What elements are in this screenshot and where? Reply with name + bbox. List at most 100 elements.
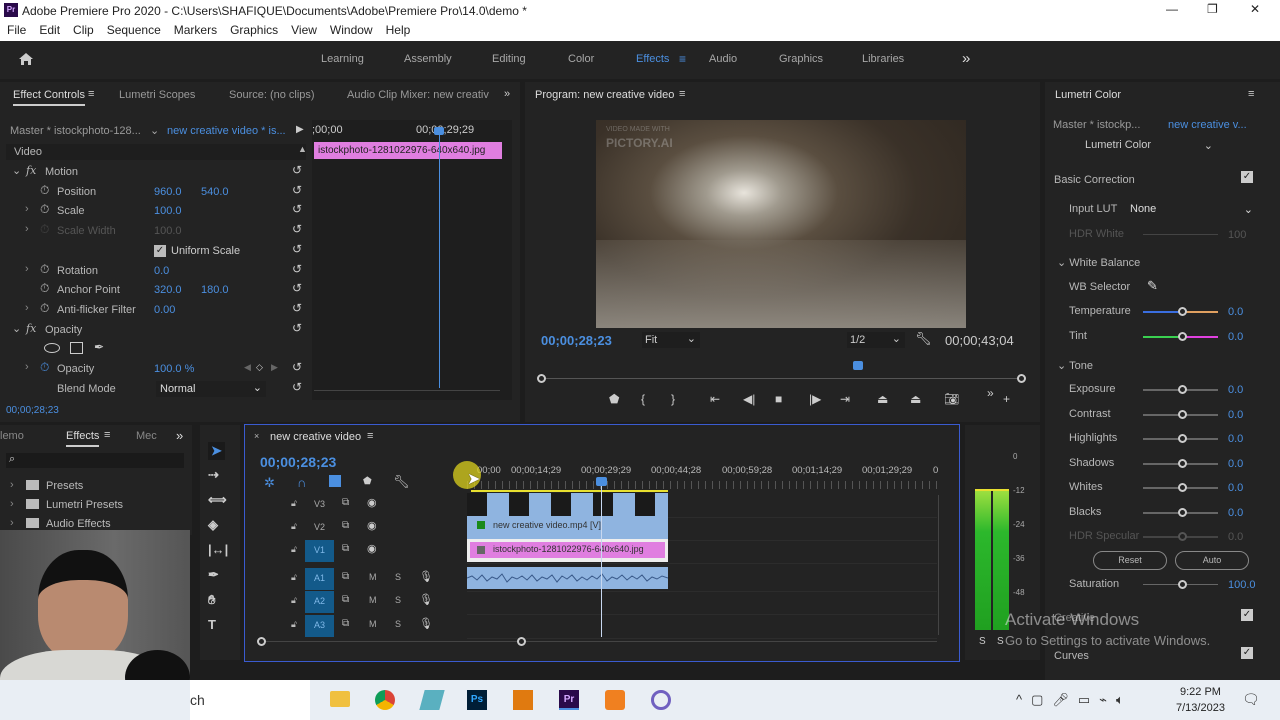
slider-value[interactable]: 0.0 [1228, 306, 1243, 318]
stopwatch-icon[interactable]: ⏱︎ [40, 281, 49, 296]
meter-solo-left[interactable]: S [979, 636, 986, 647]
timeline-playhead[interactable] [601, 477, 602, 637]
track-target-v3[interactable]: V3 [305, 494, 334, 516]
expand-chevron-icon[interactable]: › [25, 361, 29, 373]
stopwatch-icon[interactable]: ⏱︎ [40, 360, 49, 375]
workspace-audio[interactable]: Audio [709, 53, 737, 65]
razor-tool-icon[interactable]: ◈ [208, 517, 218, 533]
tab-lumetri-scopes[interactable]: Lumetri Scopes [119, 89, 195, 101]
effects-search-input[interactable]: ⌕ [6, 453, 184, 468]
slider-value[interactable]: 0.0 [1228, 458, 1243, 470]
slider-value[interactable]: 0.0 [1228, 482, 1243, 494]
creative-checkbox[interactable]: ✓ [1241, 609, 1253, 621]
go-to-out-icon[interactable]: ⇥ [840, 392, 850, 406]
taskbar-file-explorer-icon[interactable] [330, 691, 350, 707]
add-button-icon[interactable]: + [1003, 392, 1010, 406]
workspace-libraries[interactable]: Libraries [862, 53, 904, 65]
saturation-knob[interactable] [1178, 580, 1187, 589]
workspace-assembly[interactable]: Assembly [404, 53, 452, 65]
stopwatch-icon[interactable]: ⏱︎ [40, 183, 49, 198]
microphone-icon[interactable]: 🎙︎ [419, 593, 433, 606]
curves-header[interactable]: Curves [1054, 650, 1089, 662]
lumetri-effect-dropdown[interactable]: Lumetri Color ⌄ [1081, 137, 1217, 153]
reset-parameter-icon[interactable]: ↺ [292, 183, 302, 197]
tab-mec[interactable]: Mec [136, 430, 157, 442]
chevron-down-icon[interactable]: ⌄ [12, 164, 21, 177]
reset-parameter-icon[interactable]: ↺ [292, 281, 302, 295]
expand-chevron-icon[interactable]: › [25, 223, 29, 235]
effects-folder-audio-effects[interactable]: Audio Effects [46, 518, 111, 530]
track-target-a1[interactable]: A1 [305, 568, 334, 590]
tab-lemo[interactable]: lemo [0, 430, 24, 442]
blend-mode-dropdown[interactable]: Normal ⌄ [156, 380, 266, 397]
workspaces-menu-icon[interactable]: ≡ [679, 52, 686, 66]
menu-view[interactable]: View [284, 20, 323, 37]
workspace-graphics[interactable]: Graphics [779, 53, 823, 65]
chevron-down-icon[interactable]: ⌄ [12, 322, 21, 335]
mute-button[interactable]: M [369, 595, 377, 605]
panel-menu-icon[interactable]: ≡ [367, 430, 373, 442]
clip-v1[interactable]: istockphoto-1281022976-640x640.jpg [467, 539, 668, 562]
slider-value[interactable]: 0.0 [1228, 331, 1243, 343]
sync-lock-icon[interactable]: ⧉ [342, 618, 349, 629]
taskbar-app2-icon[interactable] [651, 690, 671, 710]
eye-icon[interactable]: ◉ [367, 496, 377, 509]
extract-icon[interactable]: ⏏ [910, 392, 921, 406]
timeline-playhead-handle[interactable] [596, 477, 607, 486]
meter-solo-right[interactable]: S [997, 636, 1004, 647]
panel-menu-icon[interactable]: ≡ [104, 429, 110, 441]
settings-wrench-icon[interactable]: 🔧︎ [393, 474, 410, 490]
menu-help[interactable]: Help [379, 20, 417, 37]
taskbar-chrome-icon[interactable] [375, 690, 395, 710]
close-tab-icon[interactable]: × [254, 431, 259, 441]
solo-button[interactable]: S [395, 595, 401, 605]
track-target-a3[interactable]: A3 [305, 615, 334, 637]
reset-parameter-icon[interactable]: ↺ [292, 222, 302, 236]
more-workspaces-button[interactable]: » [962, 50, 970, 67]
wrench-icon[interactable]: 🔧︎ [915, 331, 932, 347]
white-balance-header[interactable]: ⌄ White Balance [1057, 256, 1140, 269]
slider-knob[interactable] [1178, 331, 1187, 341]
ripple-edit-tool-icon[interactable]: ⟺ [208, 492, 227, 508]
rectangle-mask-icon[interactable] [70, 342, 83, 355]
slider-knob[interactable] [1178, 385, 1187, 394]
ellipse-mask-icon[interactable] [44, 343, 60, 354]
panel-menu-icon[interactable]: ≡ [1248, 88, 1254, 100]
menu-file[interactable]: File [0, 20, 32, 37]
track-target-a2[interactable]: A2 [305, 591, 334, 613]
taskbar-recorder-icon[interactable] [605, 690, 625, 710]
expand-chevron-icon[interactable]: › [25, 263, 29, 275]
basic-correction-header[interactable]: Basic Correction [1054, 174, 1135, 186]
chevron-down-icon[interactable]: ⌄ [150, 124, 159, 137]
property-value[interactable]: 100.0 % [154, 363, 194, 375]
lock-icon[interactable]: 🔓︎ [291, 521, 297, 532]
property-value[interactable]: 320.0 [154, 284, 182, 296]
ec-playhead[interactable] [439, 130, 440, 388]
scroll-left-handle[interactable] [257, 637, 266, 646]
hand-tool-icon[interactable]: ✋︎ [208, 592, 215, 608]
taskbar-photoshop-icon[interactable]: Ps [467, 690, 487, 710]
notifications-icon[interactable]: 🗨︎ [1242, 691, 1260, 708]
expand-chevron-icon[interactable]: › [25, 302, 29, 314]
fit-dropdown[interactable]: Fit ⌄ [642, 332, 700, 348]
workspace-color[interactable]: Color [568, 53, 594, 65]
ec-clip[interactable]: istockphoto-1281022976-640x640.jpg [314, 142, 502, 159]
lock-icon[interactable]: 🔓︎ [291, 572, 297, 583]
track-target-v2[interactable]: V2 [305, 517, 334, 539]
taskbar-app-icon[interactable] [419, 690, 445, 710]
restore-button[interactable]: ❐ [1207, 2, 1218, 16]
fx-icon[interactable]: fx [26, 322, 36, 335]
solo-button[interactable]: S [395, 619, 401, 629]
taskbar-search[interactable]: ch [190, 680, 310, 720]
scrubber-start-handle[interactable] [537, 374, 546, 383]
clip-v3-segments[interactable] [467, 493, 668, 516]
export-frame-icon[interactable]: 📷︎ [944, 392, 959, 406]
eyedropper-icon[interactable]: ✎ [1147, 278, 1158, 294]
slider-knob[interactable] [1178, 483, 1187, 492]
lock-icon[interactable]: 🔓︎ [291, 619, 297, 630]
reset-parameter-icon[interactable]: ↺ [292, 301, 302, 315]
program-playhead[interactable] [852, 361, 863, 370]
type-tool-icon[interactable]: T [208, 617, 216, 632]
track-target-v1[interactable]: V1 [305, 540, 334, 562]
property-value[interactable]: 960.0 [154, 186, 182, 198]
